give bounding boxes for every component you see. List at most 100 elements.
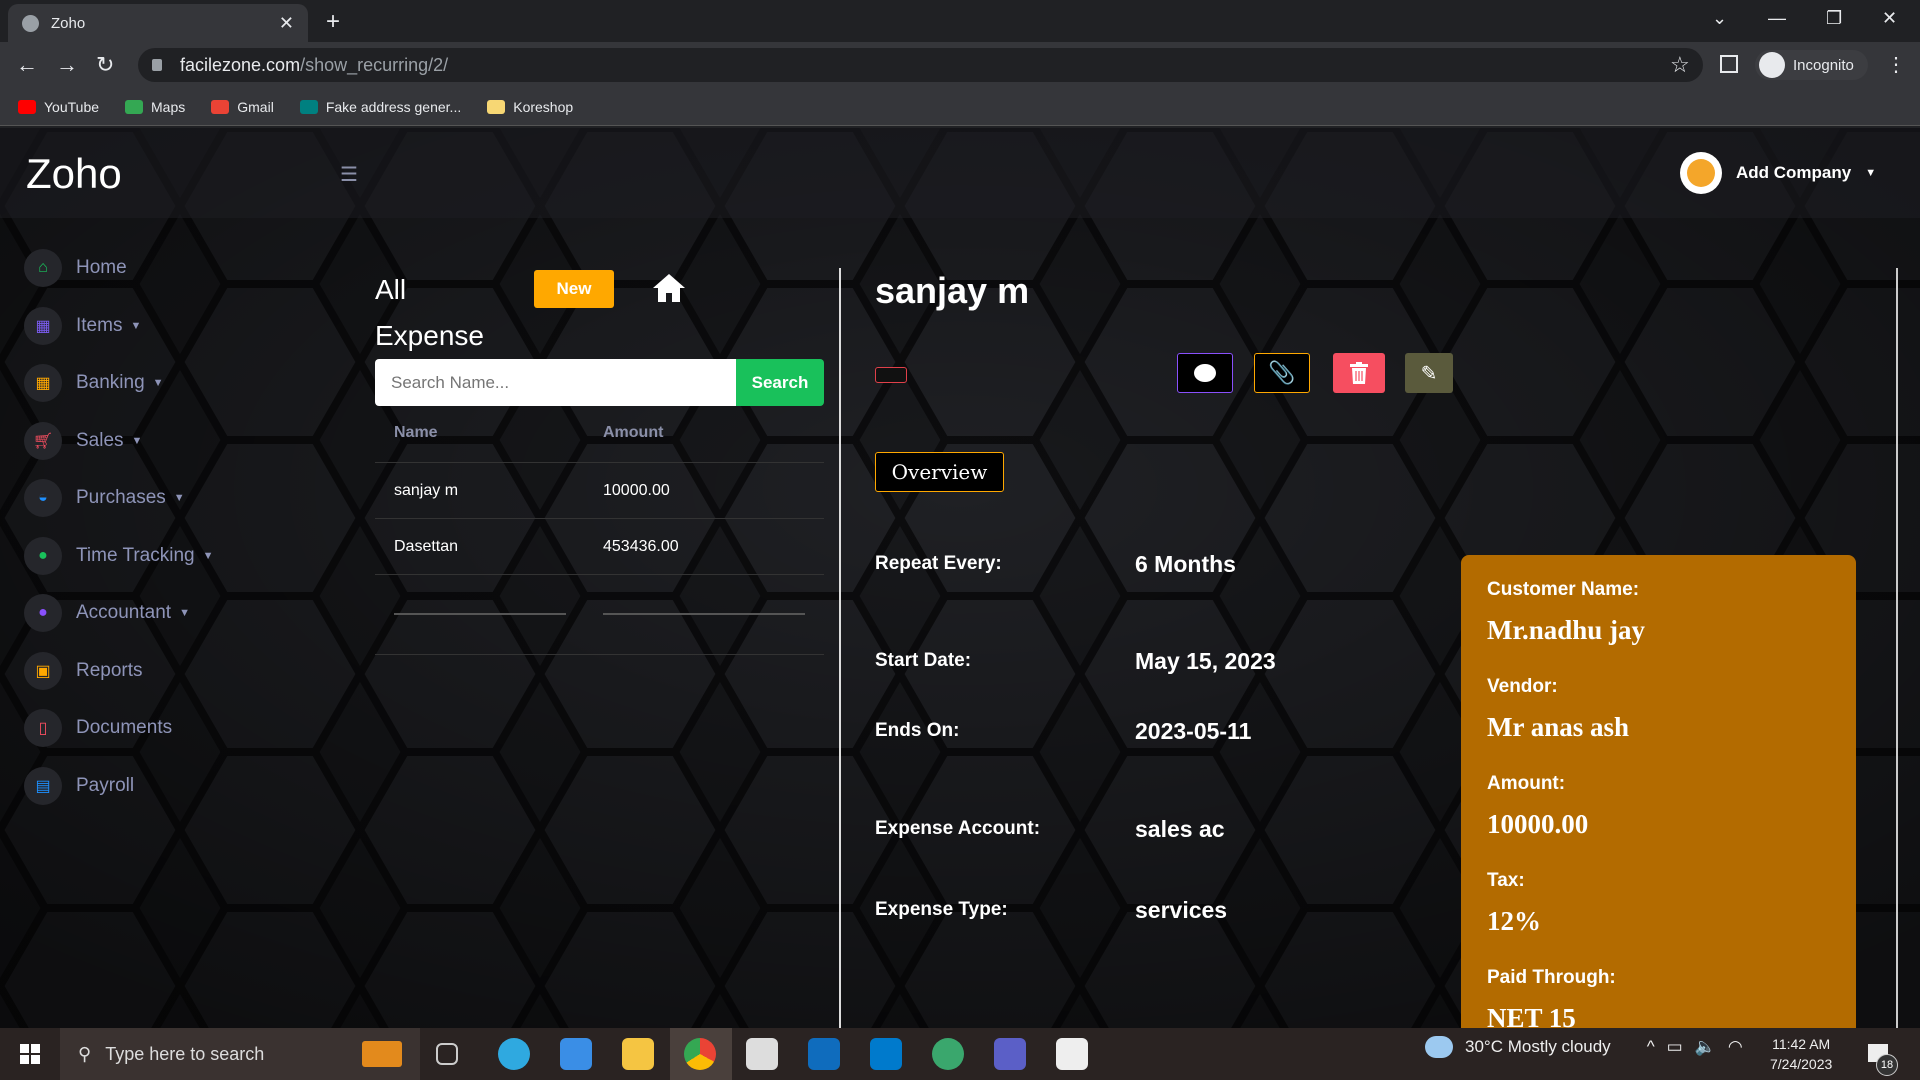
avatar bbox=[1680, 152, 1722, 194]
bookmark-item[interactable]: Maps bbox=[125, 99, 185, 115]
store-icon[interactable] bbox=[746, 1038, 778, 1070]
sidebar-item-home[interactable]: ⌂ Home bbox=[24, 249, 127, 287]
outlook-icon[interactable] bbox=[808, 1038, 840, 1070]
comment-icon bbox=[1194, 364, 1216, 382]
volume-icon[interactable]: 🔈 bbox=[1695, 1037, 1716, 1057]
column-header-name[interactable]: Name bbox=[394, 424, 438, 442]
page: Zoho ☰ Add Company ▼ ⌂ Home ▦ Items ▼ ▦ Banking… bbox=[0, 128, 1920, 1028]
table-row[interactable]: Dasettan 453436.00 bbox=[375, 518, 824, 574]
card-label: Vendor: bbox=[1487, 676, 1558, 697]
card-value: Mr anas ash bbox=[1487, 712, 1630, 742]
new-button[interactable]: New bbox=[534, 270, 614, 308]
field-label: Ends On: bbox=[875, 720, 960, 741]
panel-divider bbox=[839, 268, 841, 1028]
home-icon: ⌂ bbox=[24, 249, 62, 287]
reload-icon[interactable]: ↻ bbox=[96, 52, 114, 78]
sidebar-item-label: Payroll bbox=[76, 774, 135, 796]
address-bar[interactable]: facilezone.com/show_recurring/2/ bbox=[138, 48, 1703, 82]
sidebar-item-sales[interactable]: 🛒︎ Sales ▼ bbox=[24, 421, 142, 460]
comment-button[interactable] bbox=[1177, 353, 1233, 393]
back-icon[interactable]: ← bbox=[16, 52, 38, 78]
windows-start-icon[interactable] bbox=[20, 1044, 40, 1064]
battery-icon[interactable]: ▭ bbox=[1667, 1037, 1683, 1057]
minimize-button[interactable]: — bbox=[1768, 8, 1786, 29]
search-input[interactable] bbox=[375, 359, 736, 406]
url-host: facilezone.com bbox=[180, 54, 301, 75]
new-tab-button[interactable]: + bbox=[326, 8, 340, 36]
file-explorer-icon[interactable] bbox=[622, 1038, 654, 1070]
hamburger-menu-icon[interactable]: ☰ bbox=[340, 162, 358, 187]
bookmark-item[interactable]: Gmail bbox=[211, 99, 274, 115]
close-tab-icon[interactable]: ✕ bbox=[279, 13, 294, 34]
sidebar-item-label: Purchases bbox=[76, 487, 166, 508]
table-row[interactable]: sanjay m 10000.00 bbox=[375, 462, 824, 518]
forward-icon[interactable]: → bbox=[56, 52, 78, 78]
side-panel-icon[interactable] bbox=[1720, 55, 1738, 73]
sidebar-item-label: Items bbox=[76, 314, 123, 336]
amount-filter-underline bbox=[603, 613, 805, 615]
vscode-icon[interactable] bbox=[870, 1038, 902, 1070]
tab-overview[interactable]: Overview bbox=[875, 452, 1004, 492]
home-icon[interactable] bbox=[652, 272, 686, 304]
search-button[interactable]: Search bbox=[736, 359, 824, 406]
task-view-icon[interactable] bbox=[436, 1043, 458, 1065]
card-value: NET 15 bbox=[1487, 1003, 1576, 1028]
close-window-button[interactable]: ✕ bbox=[1882, 8, 1897, 29]
row-name: sanjay m bbox=[394, 482, 459, 499]
wifi-icon[interactable]: ◠ bbox=[1728, 1037, 1743, 1057]
chrome-icon[interactable] bbox=[684, 1038, 716, 1070]
taskbar-search[interactable]: ⚲ Type here to search bbox=[60, 1028, 420, 1080]
browser-tab[interactable]: Zoho ✕ bbox=[8, 4, 308, 42]
bookmark-item[interactable]: YouTube bbox=[18, 99, 99, 115]
money-icon: ▤ bbox=[24, 766, 62, 805]
sidebar-item-label: Reports bbox=[76, 659, 143, 681]
clock[interactable]: 11:42 AM 7/24/2023 bbox=[1770, 1034, 1832, 1074]
field-label: Expense Account: bbox=[875, 818, 1041, 839]
sidebar-item-label: Sales bbox=[76, 429, 124, 451]
delete-button[interactable] bbox=[1333, 353, 1385, 393]
weather-text[interactable]: 30°C Mostly cloudy bbox=[1465, 1037, 1611, 1057]
card-label: Tax: bbox=[1487, 870, 1525, 891]
sidebar-item-accountant[interactable]: ● Accountant ▼ bbox=[24, 594, 190, 632]
scrollbar[interactable] bbox=[1896, 268, 1898, 1028]
mail-icon[interactable] bbox=[560, 1038, 592, 1070]
sidebar-item-label: Banking bbox=[76, 372, 145, 393]
system-tray: 30°C Mostly cloudy ^ ▭ 🔈 ◠ bbox=[1425, 1036, 1743, 1058]
bookmark-icon bbox=[125, 99, 144, 114]
field-value: services bbox=[1135, 897, 1228, 923]
sidebar-item-payroll[interactable]: ▤ Payroll bbox=[24, 766, 135, 805]
edit-button[interactable]: ✎ bbox=[1405, 353, 1453, 393]
attach-button[interactable]: 📎 bbox=[1254, 353, 1310, 393]
profile-button[interactable]: Incognito bbox=[1755, 50, 1868, 80]
account-menu[interactable]: Add Company ▼ bbox=[1680, 152, 1876, 194]
sidebar-item-time-tracking[interactable]: ● Time Tracking ▼ bbox=[24, 536, 214, 575]
edge-icon[interactable] bbox=[498, 1038, 530, 1070]
sidebar-item-banking[interactable]: ▦ Banking ▼ bbox=[24, 364, 164, 402]
sidebar-item-purchases[interactable]: ◒ Purchases ▼ bbox=[24, 479, 185, 517]
teams-icon[interactable] bbox=[994, 1038, 1026, 1070]
url-path: /show_recurring/2/ bbox=[300, 54, 449, 75]
network-app-icon[interactable] bbox=[932, 1038, 964, 1070]
tab-search-icon[interactable]: ⌄ bbox=[1712, 8, 1727, 29]
bookmark-star-icon[interactable]: ☆ bbox=[1670, 52, 1690, 78]
sidebar-item-reports[interactable]: ▣ Reports bbox=[24, 651, 143, 690]
name-filter-underline bbox=[394, 613, 566, 615]
caret-down-icon: ▼ bbox=[130, 319, 142, 332]
row-name: Dasettan bbox=[394, 538, 459, 555]
time: 11:42 AM bbox=[1772, 1036, 1831, 1052]
bookmark-item[interactable]: Fake address gener... bbox=[299, 99, 461, 115]
sidebar-item-documents[interactable]: ▯ Documents bbox=[24, 709, 172, 747]
bookmark-item[interactable]: Koreshop bbox=[487, 99, 573, 115]
app-logo[interactable]: Zoho bbox=[26, 150, 122, 198]
menu-icon[interactable]: ⋮ bbox=[1886, 52, 1906, 77]
status-badge bbox=[875, 367, 907, 383]
tray-chevron-icon[interactable]: ^ bbox=[1647, 1037, 1655, 1057]
app-icon[interactable] bbox=[1056, 1038, 1088, 1070]
profile-label: Incognito bbox=[1793, 56, 1854, 74]
lock-icon bbox=[152, 59, 162, 71]
bookmark-label: Koreshop bbox=[513, 98, 574, 115]
restore-button[interactable]: ❐ bbox=[1826, 8, 1842, 29]
sidebar-item-items[interactable]: ▦ Items ▼ bbox=[24, 306, 142, 345]
column-header-amount[interactable]: Amount bbox=[603, 424, 663, 442]
caret-down-icon: ▼ bbox=[1865, 167, 1877, 179]
